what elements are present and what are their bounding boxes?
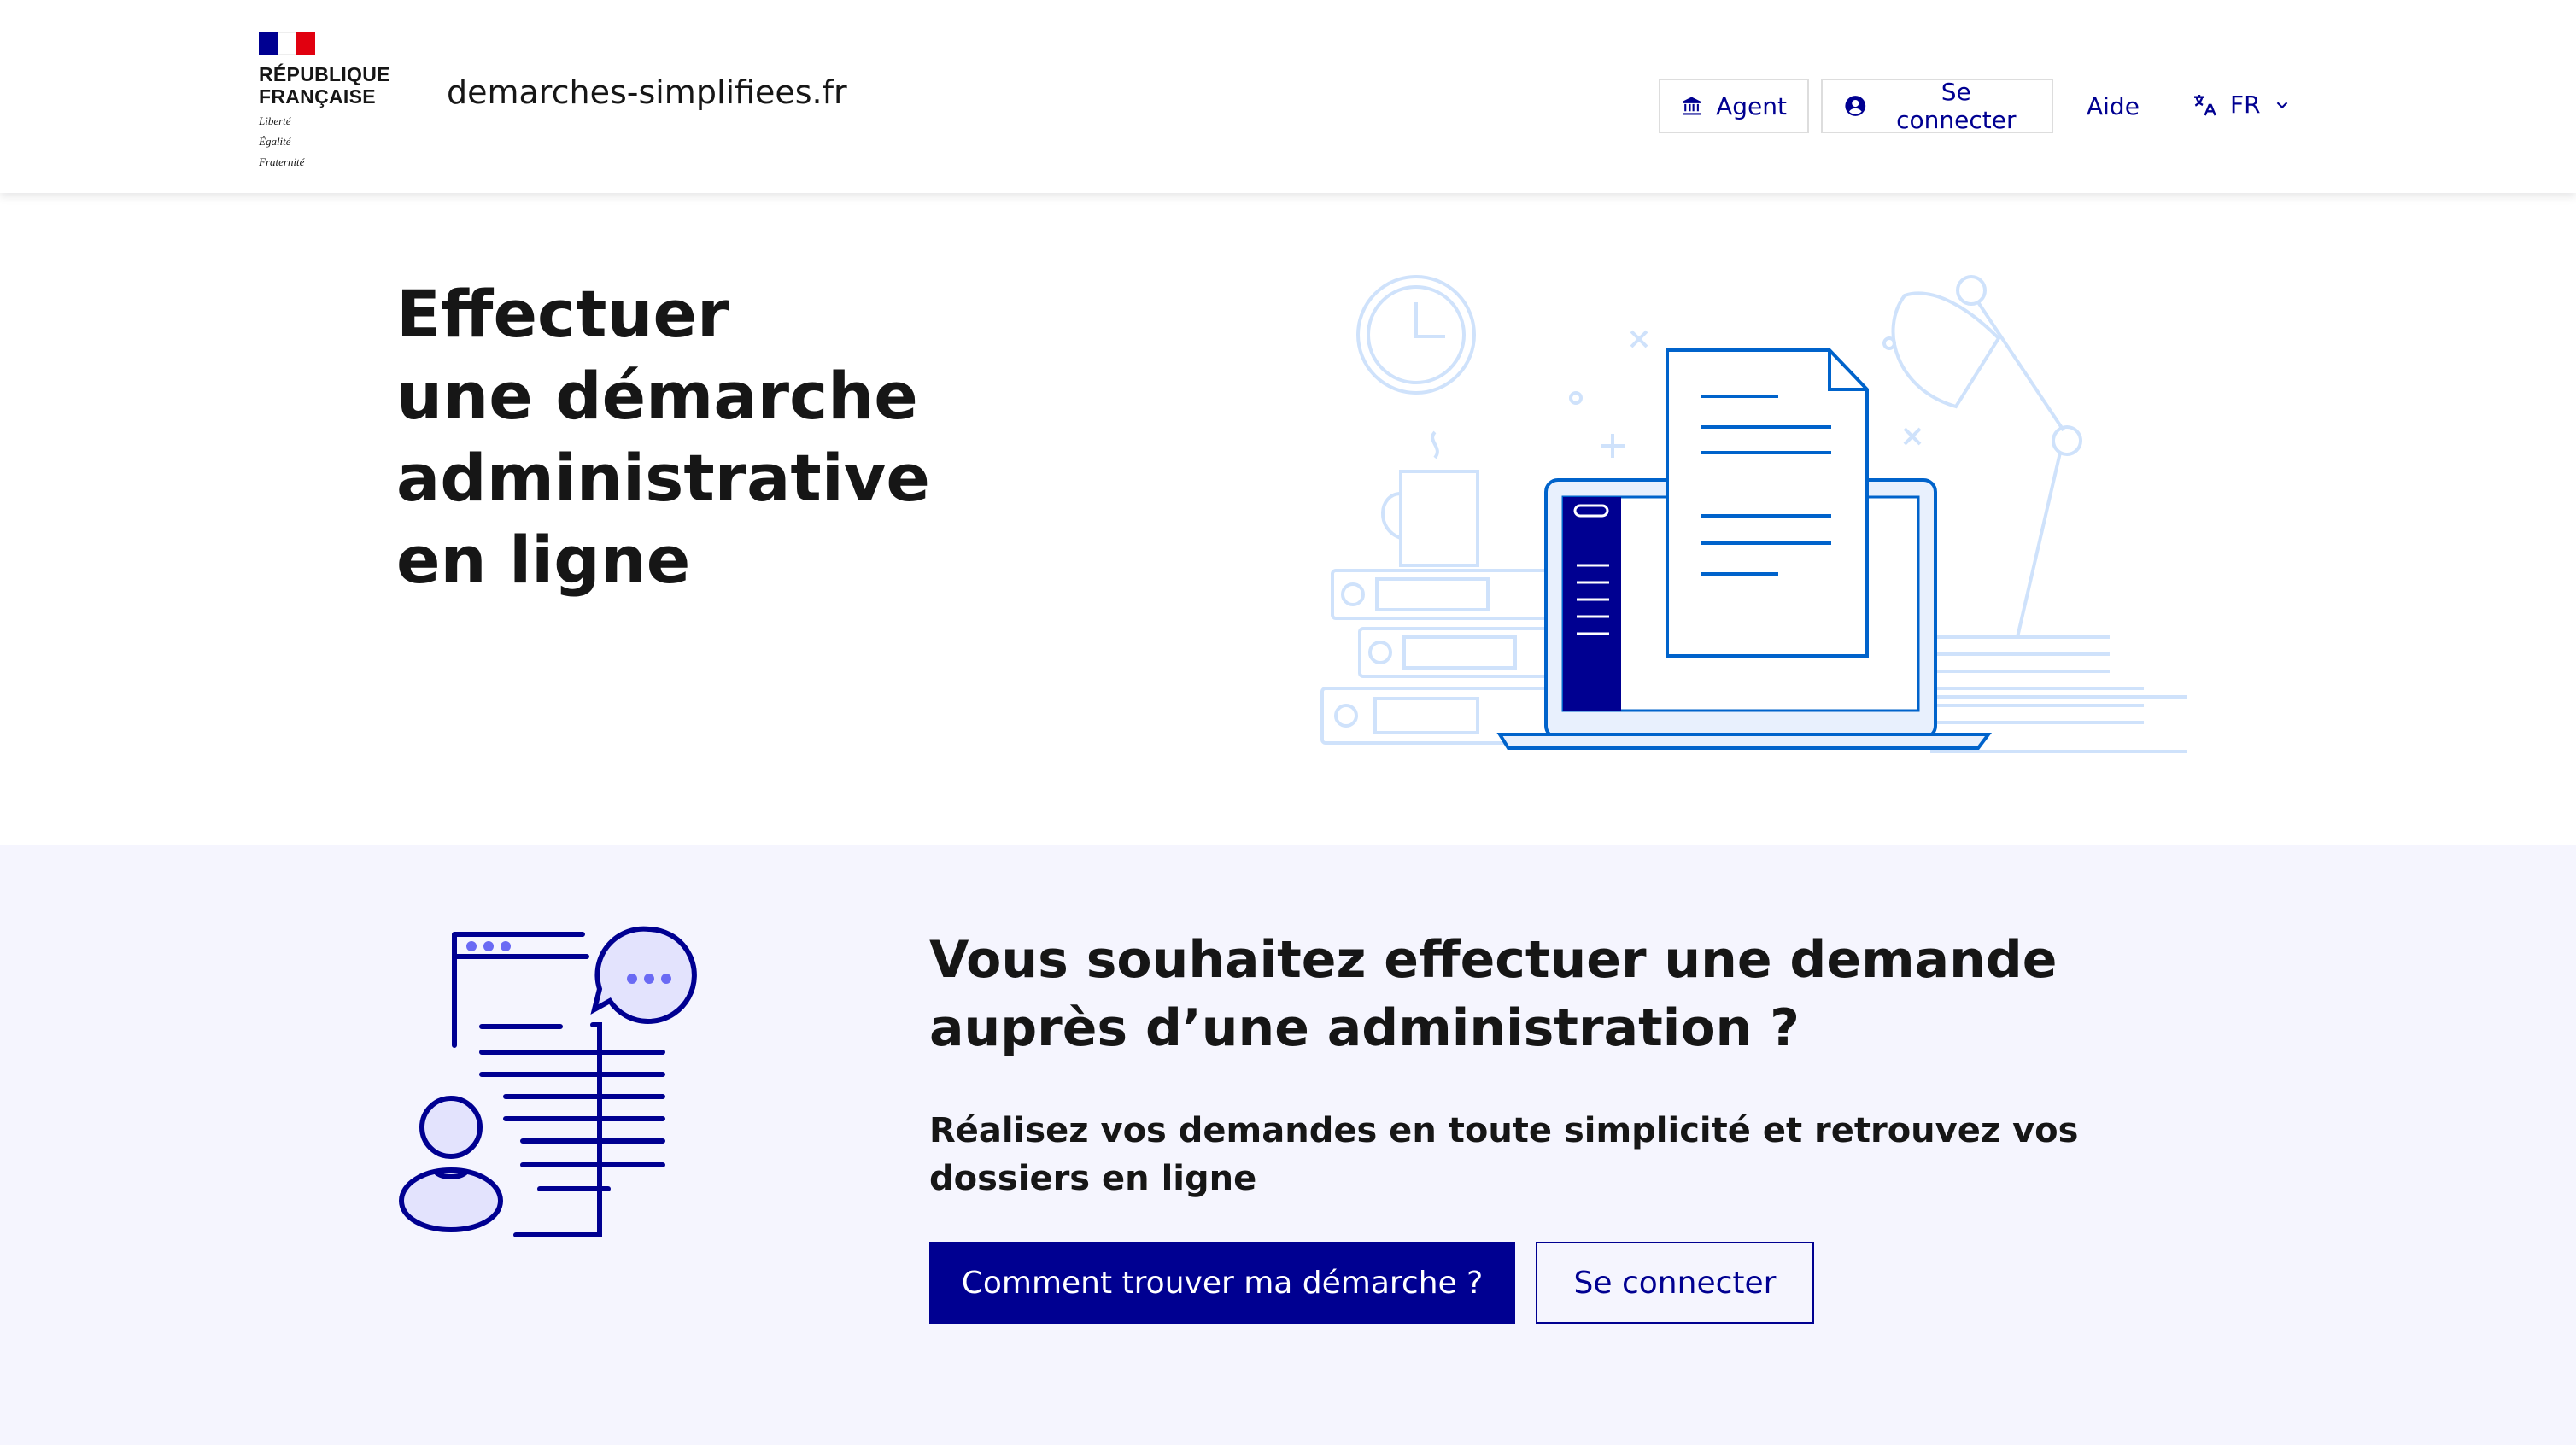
help-link[interactable]: Aide: [2087, 92, 2140, 120]
french-flag-icon: [259, 32, 315, 55]
account-circle-icon: [1845, 96, 1866, 116]
rf-name-line1: RÉPUBLIQUE: [259, 63, 390, 85]
agent-button[interactable]: Agent: [1659, 79, 1809, 133]
chat-bubble-icon: [590, 926, 697, 1024]
rf-name-line2: FRANÇAISE: [259, 85, 376, 108]
user-request-illustration: [398, 926, 697, 1237]
republique-francaise-logo[interactable]: RÉPUBLIQUE FRANÇAISE Liberté Égalité Fra…: [259, 32, 395, 169]
agent-button-label: Agent: [1716, 91, 1787, 120]
hero-title-line1: Effectuer: [396, 276, 729, 352]
document-icon: [1666, 348, 1869, 658]
header-connect-label: Se connecter: [1896, 78, 2017, 134]
site-name-link[interactable]: demarches-simplifiees.fr: [447, 73, 847, 111]
hero-title-line3: administrative: [396, 440, 930, 516]
section-subtitle: Réalisez vos demandes en toute simplicit…: [929, 1111, 2079, 1198]
hero-title: Effectuer une démarche administrative en…: [396, 273, 930, 601]
hero-title-line2: une démarche: [396, 358, 918, 434]
translate-icon: [2194, 94, 2216, 115]
language-selector[interactable]: FR: [2191, 91, 2292, 119]
dots-icon: [466, 941, 511, 951]
chevron-down-icon: [2276, 101, 2287, 108]
site-header: RÉPUBLIQUE FRANÇAISE Liberté Égalité Fra…: [0, 0, 2576, 193]
header-connect-button[interactable]: Se connecter: [1821, 78, 2053, 134]
user-avatar-icon: [398, 1096, 504, 1233]
section-title: Vous souhaitez effectuer une demande aup…: [929, 930, 2058, 1058]
laptop-desk-illustration: [1320, 275, 2187, 753]
language-label: FR: [2230, 91, 2261, 119]
motto-line2: Égalité: [259, 135, 291, 148]
motto-line1: Liberté: [259, 114, 291, 127]
hero-title-line4: en ligne: [396, 522, 691, 598]
find-procedure-button[interactable]: Comment trouver ma démarche ?: [929, 1242, 1515, 1324]
connect-button[interactable]: Se connecter: [1536, 1242, 1814, 1324]
motto-line3: Fraternité: [259, 155, 305, 168]
bank-icon: [1683, 97, 1701, 115]
